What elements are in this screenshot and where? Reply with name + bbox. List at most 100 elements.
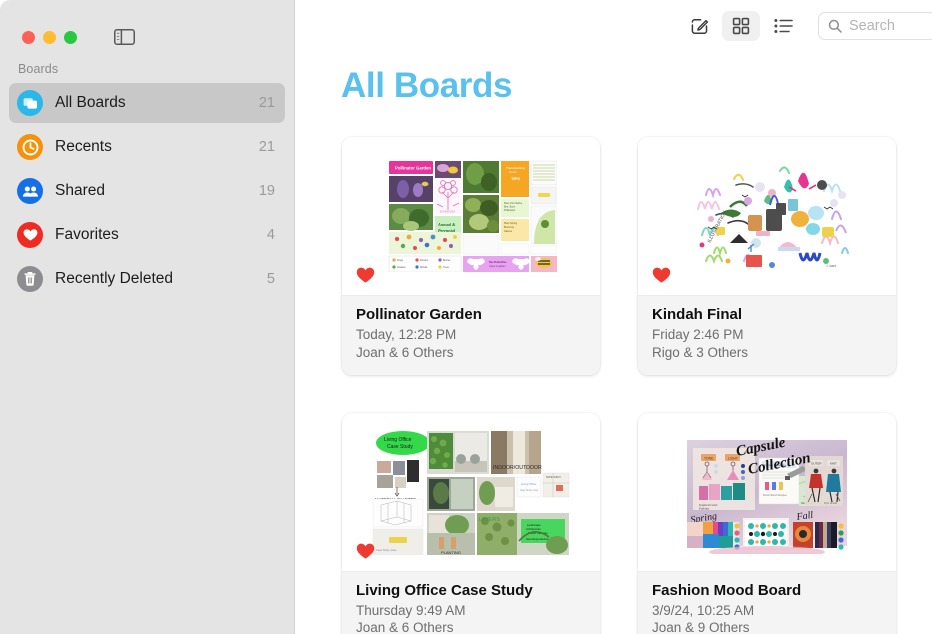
- svg-text:Case Study notes: Case Study notes: [520, 489, 539, 492]
- living-office-collage-art: Living Office Case Study INDOOR/OUTDOOR …: [371, 428, 571, 555]
- svg-text:Grow: Grow: [509, 170, 517, 174]
- sidebar-item-recently-deleted[interactable]: Recently Deleted 5: [9, 259, 285, 299]
- svg-text:Flowers: Flowers: [420, 259, 429, 262]
- kindah-doodles-art: ILLUSTRATION J. ward: [676, 157, 858, 275]
- compose-button[interactable]: [680, 11, 718, 41]
- svg-text:Natives: Natives: [504, 230, 513, 233]
- people-icon: [17, 178, 43, 204]
- svg-text:ECHINACEA: ECHINACEA: [440, 210, 455, 214]
- boards-grid: Pollinator Garden Transplanting Grow TIP…: [295, 106, 932, 634]
- clock-icon: [17, 134, 43, 160]
- svg-text:PLANTING: PLANTING: [441, 550, 461, 555]
- sidebar-item-count: 21: [258, 95, 275, 111]
- svg-text:native to garden: native to garden: [489, 265, 506, 268]
- board-people: Rigo & 3 Others: [652, 344, 749, 360]
- svg-text:KNIT: KNIT: [830, 461, 837, 465]
- board-card[interactable]: ILLUSTRATION J. ward Kindah Final Friday…: [638, 137, 896, 375]
- search-placeholder: Search: [849, 18, 895, 34]
- favorite-heart-icon[interactable]: [356, 542, 375, 561]
- sidebar: Boards All Boards 21 Recents 21 Shared 1…: [0, 0, 295, 634]
- board-info: Fashion Mood Board 3/9/24, 10:25 AM Joan…: [638, 570, 896, 634]
- svg-text:Living Office: Living Office: [521, 482, 537, 486]
- sidebar-item-count: 5: [266, 271, 275, 287]
- board-info: Living Office Case Study Thursday 9:49 A…: [342, 570, 600, 634]
- board-people: Joan & 9 Others: [652, 620, 750, 634]
- sidebar-item-all-boards[interactable]: All Boards 21: [9, 83, 285, 123]
- sidebar-item-shared[interactable]: Shared 19: [9, 171, 285, 211]
- sidebar-toggle-icon[interactable]: [113, 29, 135, 46]
- svg-text:Case Study: Case Study: [387, 444, 413, 450]
- svg-text:Style Details: Style Details: [824, 502, 837, 505]
- board-date: 3/9/24, 10:25 AM: [652, 602, 755, 618]
- svg-text:New Reproduction: New Reproduction: [526, 537, 549, 541]
- svg-text:Pollinator Garden: Pollinator Garden: [395, 166, 431, 171]
- sidebar-item-label: Favorites: [55, 226, 119, 243]
- sidebar-nav-list: All Boards 21 Recents 21 Shared 19 Favor…: [0, 83, 294, 299]
- sidebar-item-label: Shared: [55, 182, 105, 199]
- svg-text:Trees: Trees: [443, 266, 450, 269]
- board-date: Today, 12:28 PM: [356, 327, 457, 342]
- board-date: Friday 2:46 PM: [652, 327, 744, 342]
- svg-text:Bee Butterflies: Bee Butterflies: [489, 261, 507, 264]
- favorite-heart-icon[interactable]: [652, 266, 671, 285]
- pollinator-garden-collage-art: Pollinator Garden Transplanting Grow TIP…: [385, 160, 557, 272]
- svg-text:Grasses: Grasses: [397, 266, 406, 269]
- search-input[interactable]: Search: [818, 12, 932, 40]
- svg-text:Blooming: Blooming: [504, 226, 515, 229]
- page-title: All Boards: [341, 66, 513, 105]
- main-content: Search All Boards Pollinator Garden Tran…: [295, 0, 932, 634]
- svg-text:TIPS: TIPS: [511, 176, 520, 181]
- board-card[interactable]: Living Office Case Study INDOOR/OUTDOOR …: [342, 412, 600, 634]
- board-card[interactable]: TONE LIGHT Inspired Color Palettes Sprin…: [638, 412, 896, 634]
- board-info: Kindah Final Friday 2:46 PM Rigo & 3 Oth…: [638, 295, 896, 375]
- fashion-mood-collage-art: TONE LIGHT Inspired Color Palettes Sprin…: [669, 430, 865, 554]
- boards-icon: [17, 90, 43, 116]
- svg-text:Annual &: Annual &: [437, 222, 456, 227]
- board-people: Joan & 6 Others: [356, 620, 454, 634]
- zoom-window-button[interactable]: [64, 30, 77, 44]
- board-people: Joan & 6 Others: [356, 344, 454, 360]
- svg-text:SITE INFO: SITE INFO: [546, 475, 561, 479]
- board-title: Fashion Mood Board: [652, 581, 802, 599]
- svg-text:Plant Spring: Plant Spring: [504, 222, 518, 225]
- sidebar-section-header: Boards: [18, 62, 59, 76]
- board-thumbnail: TONE LIGHT Inspired Color Palettes Sprin…: [638, 412, 896, 571]
- app-window: Boards All Boards 21 Recents 21 Shared 1…: [0, 0, 932, 634]
- svg-text:J. ward: J. ward: [826, 264, 837, 268]
- sidebar-item-count: 21: [258, 139, 275, 155]
- svg-text:OUTER: OUTER: [811, 461, 822, 465]
- grid-view-button[interactable]: [722, 11, 760, 41]
- svg-text:Pollinators: Pollinators: [504, 209, 516, 212]
- svg-text:Berries: Berries: [443, 259, 451, 262]
- sidebar-item-favorites[interactable]: Favorites 4: [9, 215, 285, 255]
- search-icon: [828, 19, 842, 33]
- svg-text:Shrubs: Shrubs: [420, 266, 428, 269]
- sidebar-item-label: Recently Deleted: [55, 270, 174, 287]
- svg-text:Palettes: Palettes: [698, 506, 710, 510]
- board-title: Living Office Case Study: [356, 581, 533, 599]
- heart-icon: [17, 222, 43, 248]
- window-controls: [0, 0, 294, 52]
- sidebar-item-count: 19: [258, 183, 275, 199]
- svg-text:LAYERS: LAYERS: [479, 517, 500, 523]
- sidebar-item-label: Recents: [55, 138, 112, 155]
- board-card[interactable]: Pollinator Garden Transplanting Grow TIP…: [342, 137, 600, 375]
- svg-text:INDOOR/OUTDOOR: INDOOR/OUTDOOR: [493, 465, 542, 471]
- board-title: Kindah Final: [652, 306, 742, 323]
- list-view-button[interactable]: [764, 11, 802, 41]
- svg-text:Frogs: Frogs: [397, 259, 404, 262]
- board-date: Thursday 9:49 AM: [356, 602, 466, 618]
- trash-icon: [17, 266, 43, 292]
- toolbar: Search: [295, 0, 932, 52]
- favorite-heart-icon[interactable]: [356, 266, 375, 285]
- board-title: Pollinator Garden: [356, 306, 482, 323]
- sidebar-item-recents[interactable]: Recents 21: [9, 127, 285, 167]
- minimize-window-button[interactable]: [43, 30, 56, 44]
- svg-text:Case Study notes: Case Study notes: [376, 548, 397, 552]
- board-thumbnail: ILLUSTRATION J. ward: [638, 137, 896, 295]
- board-thumbnail: Pollinator Garden Transplanting Grow TIP…: [342, 137, 600, 295]
- board-thumbnail: Living Office Case Study INDOOR/OUTDOOR …: [342, 412, 600, 571]
- close-window-button[interactable]: [22, 30, 35, 44]
- sidebar-item-count: 4: [266, 227, 275, 243]
- svg-text:TONE: TONE: [704, 456, 714, 460]
